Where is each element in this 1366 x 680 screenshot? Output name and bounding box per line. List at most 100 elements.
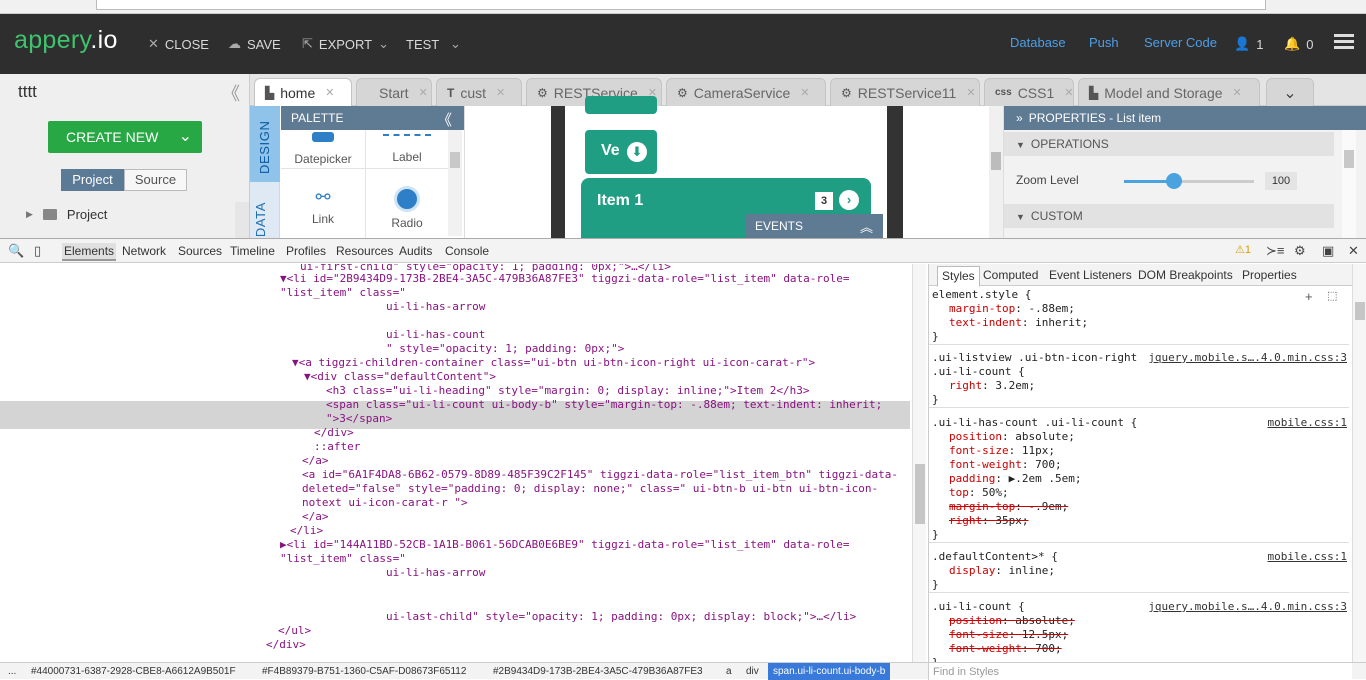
warning-icon[interactable]: ⚠1 bbox=[1235, 243, 1251, 256]
dom-node-line[interactable]: " style="opacity: 1; padding: 0px;"> bbox=[386, 342, 624, 356]
component-button[interactable]: Ve ⬇ bbox=[585, 130, 657, 174]
push-link[interactable]: Push bbox=[1089, 35, 1119, 50]
operations-section[interactable]: ▼ OPERATIONS bbox=[1004, 132, 1334, 156]
breadcrumb-item[interactable]: ... bbox=[8, 666, 16, 677]
database-link[interactable]: Database bbox=[1010, 35, 1066, 50]
dom-node-line[interactable]: ::after bbox=[314, 440, 360, 454]
dom-node-line[interactable]: </div> bbox=[314, 426, 354, 440]
dock-icon[interactable]: ▣ bbox=[1322, 243, 1334, 259]
palette-item-radio[interactable]: Radio bbox=[365, 186, 449, 230]
close-icon[interactable]: ✕ bbox=[800, 86, 809, 99]
events-panel-header[interactable]: EVENTS ︽ bbox=[745, 214, 883, 238]
style-property[interactable]: margin-top: -.9em; bbox=[929, 500, 1349, 514]
data-tab[interactable]: DATA bbox=[253, 202, 268, 237]
dom-node-line[interactable]: ui-last-child" style="opacity: 1; paddin… bbox=[386, 610, 856, 624]
notifications-button[interactable]: 🔔 0 bbox=[1284, 35, 1313, 53]
zoom-value[interactable]: 100 bbox=[1265, 172, 1297, 190]
dom-node-line[interactable]: ui-li-has-arrow bbox=[386, 300, 485, 314]
style-property[interactable]: text-indent: inherit; bbox=[929, 316, 1349, 330]
find-in-styles-input[interactable]: Find in Styles bbox=[928, 663, 1352, 680]
dom-node-line[interactable]: ui-li-has-count bbox=[386, 328, 485, 342]
more-dropdown[interactable]: ⌄ bbox=[450, 35, 461, 53]
style-property[interactable]: font-weight: 700; bbox=[929, 642, 1349, 656]
breadcrumb-item[interactable]: div bbox=[746, 666, 759, 677]
design-tab[interactable]: DESIGN bbox=[250, 106, 280, 182]
elements-tree[interactable]: ui-first-child" style="opacity: 1; paddi… bbox=[0, 264, 912, 662]
close-icon[interactable]: ✕ bbox=[966, 86, 975, 99]
rule-source-link[interactable]: mobile.css:1 bbox=[1268, 416, 1347, 430]
close-icon[interactable]: ✕ bbox=[1348, 243, 1359, 259]
dom-node-line[interactable]: ">3</span> bbox=[326, 412, 392, 426]
tab-start[interactable]: Start ✕ bbox=[356, 78, 432, 106]
dom-node-line[interactable]: notext ui-icon-carat-r "> bbox=[302, 496, 468, 510]
dom-node-line[interactable]: ▼<div class="defaultContent"> bbox=[304, 370, 496, 384]
palette-item-link[interactable]: ⚯ Link bbox=[281, 188, 365, 226]
tab-sources[interactable]: Sources bbox=[178, 244, 222, 258]
dom-node-line[interactable]: </li> bbox=[290, 524, 323, 538]
tab-resources[interactable]: Resources bbox=[336, 244, 393, 258]
dom-node-line[interactable]: <a id="6A1F4DA8-6B62-0579-8D89-485F39C2F… bbox=[302, 468, 898, 482]
tab-timeline[interactable]: Timeline bbox=[230, 244, 275, 258]
elements-scrollbar[interactable] bbox=[912, 264, 926, 662]
close-icon[interactable]: ✕ bbox=[419, 86, 428, 99]
zoom-slider-track[interactable] bbox=[1124, 180, 1254, 183]
server-code-link[interactable]: Server Code bbox=[1144, 35, 1217, 50]
rule-source-link[interactable]: jquery.mobile.s….4.0.min.css:3 bbox=[1148, 351, 1347, 365]
canvas-scrollbar[interactable] bbox=[989, 106, 1003, 238]
breadcrumb-item[interactable]: #44000731-6387-2928-CBE8-A6612A9B501F bbox=[31, 666, 236, 677]
breadcrumb-item[interactable]: #F4B89379-B751-1360-C5AF-D08673F65112 bbox=[262, 666, 466, 677]
search-icon[interactable]: 🔍 bbox=[8, 243, 24, 259]
properties-scrollbar[interactable] bbox=[1342, 130, 1356, 238]
style-property[interactable]: top: 50%; bbox=[929, 486, 1349, 500]
tab-cameraservice[interactable]: ⚙ CameraService ✕ bbox=[666, 78, 826, 106]
tab-cust[interactable]: Tcust ✕ bbox=[436, 78, 522, 106]
style-rule[interactable]: .ui-li-count {jquery.mobile.s….4.0.min.c… bbox=[929, 600, 1349, 662]
scrollbar[interactable] bbox=[235, 202, 249, 238]
style-rule[interactable]: .defaultContent>* {mobile.css:1 display: … bbox=[929, 550, 1349, 593]
style-rule[interactable]: .ui-listview .ui-btn-icon-right .ui-li-co… bbox=[929, 351, 1349, 408]
save-button[interactable]: ☁ SAVE bbox=[228, 35, 281, 53]
dom-node-line[interactable]: ▶<li id="144A11BD-52CB-1A1B-B061-56DCAB0… bbox=[280, 538, 850, 552]
tab-restservice11[interactable]: ⚙ RESTService11 ✕ bbox=[830, 78, 980, 106]
style-property[interactable]: padding: ▶.2em .5em; bbox=[929, 472, 1349, 486]
palette-item-datepicker[interactable]: Datepicker bbox=[281, 132, 365, 166]
style-property[interactable]: font-weight: 700; bbox=[929, 458, 1349, 472]
dom-node-line[interactable]: </a> bbox=[302, 454, 329, 468]
source-tab[interactable]: Source bbox=[124, 169, 187, 191]
export-button[interactable]: ⇱ EXPORT ⌄ bbox=[302, 35, 389, 53]
close-icon[interactable]: ✕ bbox=[325, 86, 334, 99]
style-property[interactable]: display: inline; bbox=[929, 564, 1349, 578]
breadcrumb-item[interactable]: #2B9434D9-173B-2BE4-3A5C-479B36A87FE3 bbox=[493, 666, 703, 677]
tab-event-listeners[interactable]: Event Listeners bbox=[1049, 268, 1132, 282]
rule-source-link[interactable]: jquery.mobile.s….4.0.min.css:3 bbox=[1148, 600, 1347, 614]
style-property[interactable]: font-size: 11px; bbox=[929, 444, 1349, 458]
breadcrumb-item[interactable]: a bbox=[726, 666, 732, 677]
collapse-icon[interactable]: 《 bbox=[437, 109, 452, 130]
device-mode-icon[interactable]: ▯ bbox=[34, 243, 41, 259]
dom-node-line[interactable]: "list_item" class=" bbox=[280, 552, 406, 566]
palette-scrollbar[interactable] bbox=[448, 130, 462, 236]
style-property[interactable]: font-size: 12.5px; bbox=[929, 628, 1349, 642]
component-button[interactable] bbox=[585, 96, 657, 114]
style-property[interactable]: right: 3.2em; bbox=[929, 379, 1349, 393]
close-button[interactable]: ✕ CLOSE bbox=[148, 35, 209, 53]
tab-styles[interactable]: Styles bbox=[937, 266, 980, 287]
style-property[interactable]: margin-top: -.88em; bbox=[929, 302, 1349, 316]
styles-scrollbar[interactable] bbox=[1352, 264, 1366, 662]
style-rule[interactable]: element.style {margin-top: -.88em; text-i… bbox=[929, 288, 1349, 345]
dom-node-line[interactable]: <span class="ui-li-count ui-body-b" styl… bbox=[326, 398, 882, 412]
tab-network[interactable]: Network bbox=[122, 244, 166, 258]
dom-node-line[interactable]: </a> bbox=[302, 510, 329, 524]
close-icon[interactable]: ✕ bbox=[1233, 86, 1242, 99]
dom-node-line[interactable]: </div> bbox=[266, 638, 306, 652]
zoom-slider-handle[interactable] bbox=[1166, 173, 1182, 189]
tab-profiles[interactable]: Profiles bbox=[286, 244, 326, 258]
tab-properties[interactable]: Properties bbox=[1242, 268, 1297, 282]
custom-section[interactable]: ▼ CUSTOM bbox=[1004, 204, 1334, 228]
palette-item-label[interactable]: Label bbox=[365, 132, 449, 164]
rule-source-link[interactable]: mobile.css:1 bbox=[1268, 550, 1347, 564]
menu-icon[interactable] bbox=[1334, 34, 1354, 52]
style-rule[interactable]: .ui-li-has-count .ui-li-count {mobile.cs… bbox=[929, 416, 1349, 543]
close-icon[interactable]: ✕ bbox=[1064, 86, 1073, 99]
tree-item-project[interactable]: ▶ Project bbox=[26, 207, 107, 222]
